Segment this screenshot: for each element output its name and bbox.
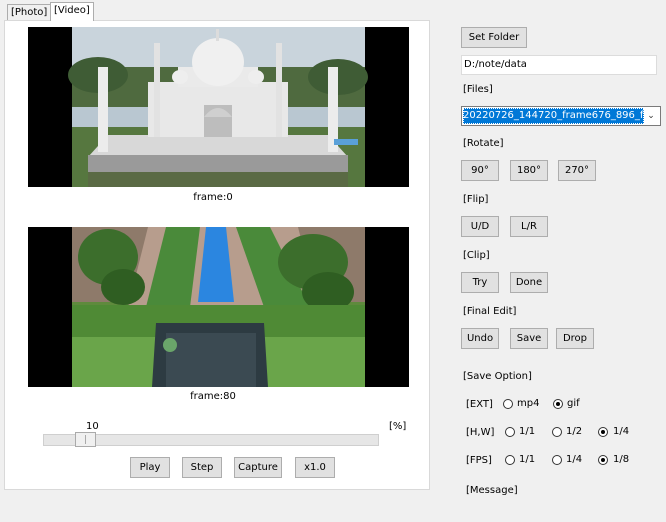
ext-radio-mp4[interactable] — [503, 399, 513, 409]
preview-frame-bottom — [28, 227, 409, 387]
fps-radio-1-4[interactable] — [552, 455, 562, 465]
ext-option-gif: gif — [567, 398, 580, 409]
taj-mahal-image — [28, 27, 409, 187]
ext-option-mp4: mp4 — [517, 398, 540, 409]
slider-value-label: 10 — [86, 421, 99, 432]
fps-option-1-4: 1/4 — [566, 454, 583, 465]
flip-ud-button[interactable]: U/D — [461, 216, 499, 237]
hw-option-1-4: 1/4 — [613, 426, 630, 437]
preview-frame-top — [28, 27, 409, 187]
step-button[interactable]: Step — [182, 457, 222, 478]
rotate-90-button[interactable]: 90° — [461, 160, 499, 181]
frame-caption-bottom: frame:80 — [190, 391, 236, 402]
capture-button[interactable]: Capture — [234, 457, 282, 478]
hw-option-1-1: 1/1 — [519, 426, 536, 437]
save-option-label: [Save Option] — [463, 371, 532, 382]
files-label: [Files] — [463, 84, 493, 95]
frame-slider-thumb[interactable] — [74, 432, 96, 447]
hw-radio-1-1[interactable] — [505, 427, 515, 437]
clip-try-button[interactable]: Try — [461, 272, 499, 293]
play-button[interactable]: Play — [130, 457, 170, 478]
undo-button[interactable]: Undo — [461, 328, 499, 349]
ext-radio-gif[interactable] — [553, 399, 563, 409]
set-folder-button[interactable]: Set Folder — [461, 27, 527, 48]
hw-option-1-2: 1/2 — [566, 426, 583, 437]
speed-button[interactable]: x1.0 — [295, 457, 335, 478]
message-label: [Message] — [466, 485, 518, 496]
clip-label: [Clip] — [463, 250, 490, 261]
hw-radio-1-2[interactable] — [552, 427, 562, 437]
flip-lr-button[interactable]: L/R — [510, 216, 548, 237]
fps-option-1-8: 1/8 — [613, 454, 630, 465]
flip-label: [Flip] — [463, 194, 489, 205]
fps-radio-1-8[interactable] — [598, 455, 608, 465]
tab-video[interactable]: [Video] — [50, 2, 94, 21]
drop-button[interactable]: Drop — [556, 328, 594, 349]
rotate-270-button[interactable]: 270° — [558, 160, 596, 181]
ext-label: [EXT] — [466, 399, 493, 410]
rotate-180-button[interactable]: 180° — [510, 160, 548, 181]
chevron-down-icon[interactable]: ⌄ — [644, 109, 658, 123]
folder-path-field[interactable]: D:/note/data — [461, 55, 657, 75]
garden-image — [28, 227, 409, 387]
fps-radio-1-1[interactable] — [505, 455, 515, 465]
hw-radio-1-4[interactable] — [598, 427, 608, 437]
files-dropdown[interactable]: 20220726_144720_frame676_896_frame120 ⌄ — [461, 106, 661, 126]
tab-photo[interactable]: [Photo] — [7, 4, 52, 20]
frame-caption-top: frame:0 — [193, 192, 233, 203]
fps-label: [FPS] — [466, 455, 492, 466]
fps-option-1-1: 1/1 — [519, 454, 536, 465]
final-edit-label: [Final Edit] — [463, 306, 517, 317]
hw-label: [H,W] — [466, 427, 495, 438]
rotate-label: [Rotate] — [463, 138, 504, 149]
files-dropdown-selected: 20220726_144720_frame676_896_frame120 — [463, 108, 644, 124]
clip-done-button[interactable]: Done — [510, 272, 548, 293]
slider-unit-label: [%] — [389, 421, 407, 432]
save-button[interactable]: Save — [510, 328, 548, 349]
